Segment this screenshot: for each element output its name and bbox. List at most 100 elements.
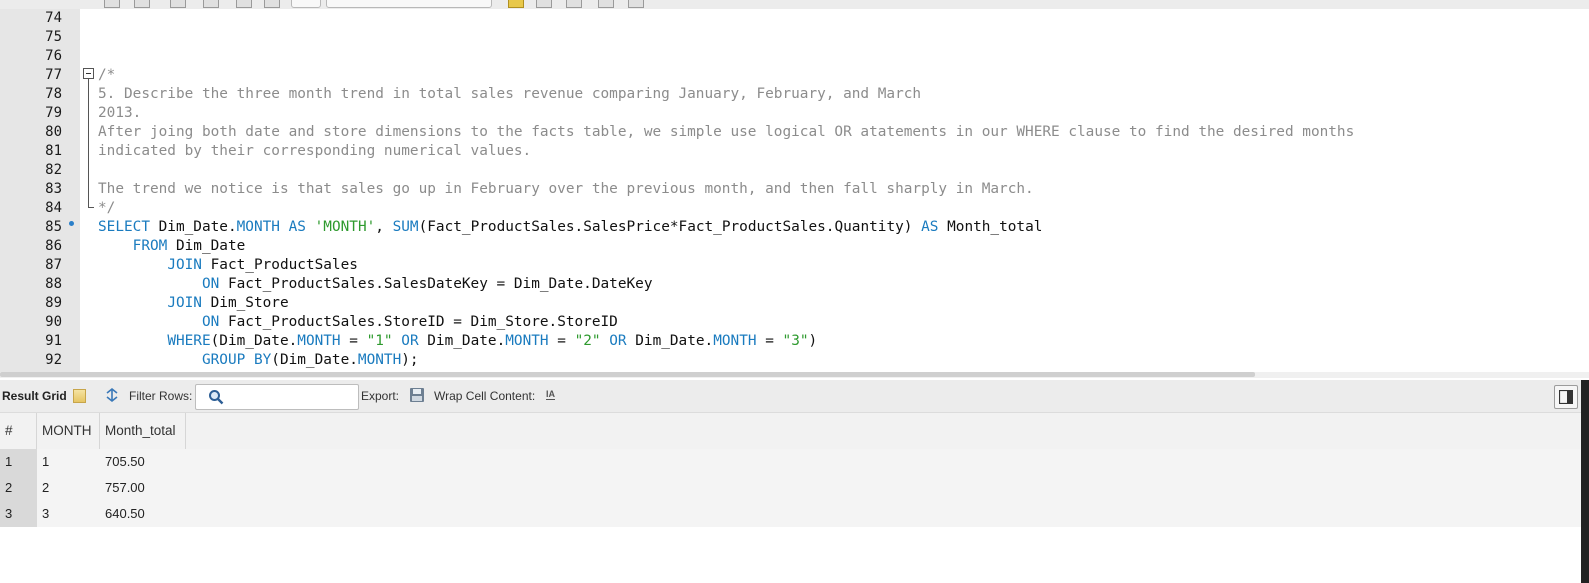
cell-month-total[interactable]: 640.50 — [105, 501, 145, 527]
line-number: 79 — [45, 105, 62, 121]
scrollbar-thumb[interactable] — [0, 372, 1255, 377]
table-row[interactable]: 3 3 640.50 — [0, 501, 1581, 527]
toolbar-button-icon[interactable] — [566, 0, 582, 8]
comment-token: */ — [98, 200, 116, 216]
result-grid-tab[interactable]: Result Grid — [2, 389, 67, 403]
code-line[interactable]: JOIN Dim_Store — [98, 294, 289, 313]
cell-month[interactable]: 1 — [42, 449, 49, 475]
sql-editor[interactable]: 74 75 76 77 78 79 80 81 82 83 84 85 86 87 88 89 90 91 92 /… — [0, 9, 1589, 372]
code-token: (Fact_ProductSales.SalesPrice*Fact_Produ… — [418, 219, 922, 235]
toolbar-button-icon[interactable] — [170, 0, 186, 8]
keyword-token: ON — [201, 276, 220, 292]
cell-month[interactable]: 2 — [42, 475, 49, 501]
code-token: , — [375, 219, 393, 235]
wrap-icon[interactable]: IA — [546, 389, 555, 400]
toolbar-toggle-button[interactable] — [291, 0, 321, 8]
toolbar-button-icon[interactable] — [134, 0, 150, 8]
keyword-token: ON — [201, 314, 220, 330]
result-grid[interactable]: # MONTH Month_total 1 1 705.50 2 2 757.0… — [0, 413, 1581, 583]
toolbar-button-icon[interactable] — [598, 0, 614, 8]
code-line[interactable]: JOIN Fact_ProductSales — [98, 256, 358, 275]
code-line[interactable]: */ — [98, 199, 115, 218]
cell-month-total[interactable]: 757.00 — [105, 475, 145, 501]
comment-token: indicated by their corresponding numeric… — [98, 143, 532, 159]
column-header-month-total[interactable]: Month_total — [100, 413, 186, 449]
code-line[interactable]: The trend we notice is that sales go up … — [98, 180, 1034, 199]
keyword-token: SUM — [392, 219, 419, 235]
code-line[interactable]: indicated by their corresponding numeric… — [98, 142, 531, 161]
comment-token: After joing both date and store dimensio… — [98, 124, 1355, 140]
code-token: (Dim_Date. — [210, 333, 298, 349]
code-line[interactable]: 5. Describe the three month trend in tot… — [98, 85, 921, 104]
code-line[interactable]: /* — [98, 66, 115, 85]
code-token: Dim_Store — [201, 295, 289, 311]
editor-horizontal-scrollbar[interactable] — [0, 372, 1589, 378]
line-number: 86 — [45, 238, 62, 254]
keyword-token: OR — [609, 333, 627, 349]
code-token: ) — [808, 333, 818, 349]
keyword-token: SELECT — [98, 219, 150, 235]
limit-rows-select[interactable] — [326, 0, 492, 8]
toolbar-button-icon[interactable] — [264, 0, 280, 8]
toolbar-button-icon[interactable] — [236, 0, 252, 8]
wrap-cell-content-label: Wrap Cell Content: — [434, 389, 536, 403]
code-token: Month_total — [938, 219, 1043, 235]
code-token: Dim_Date. — [418, 333, 506, 349]
fold-icon[interactable] — [83, 68, 94, 79]
keyword-token: MONTH — [505, 333, 549, 349]
keyword-token: GROUP BY — [201, 352, 272, 368]
code-line[interactable]: WHERE(Dim_Date.MONTH = "1" OR Dim_Date.M… — [98, 332, 817, 351]
toolbar-button-icon[interactable] — [104, 0, 120, 8]
table-row[interactable]: 1 1 705.50 — [0, 449, 1581, 475]
keyword-token: MONTH — [357, 352, 402, 368]
column-header-month[interactable]: MONTH — [37, 413, 100, 449]
code-line[interactable]: SELECT Dim_Date.MONTH AS 'MONTH', SUM(Fa… — [98, 218, 1042, 237]
line-number: 90 — [45, 314, 62, 330]
code-line[interactable]: GROUP BY(Dim_Date.MONTH); — [98, 351, 419, 370]
beautify-icon[interactable] — [508, 0, 524, 8]
row-number[interactable]: 3 — [0, 501, 37, 527]
code-line[interactable]: ON Fact_ProductSales.StoreID = Dim_Store… — [98, 313, 618, 332]
line-number-gutter: 74 75 76 77 78 79 80 81 82 83 84 85 86 87 88 89 90 91 92 — [0, 9, 80, 372]
filter-rows-input[interactable] — [195, 384, 359, 410]
column-header-rownum[interactable]: # — [0, 413, 37, 449]
panel-toggle-button[interactable] — [1554, 385, 1578, 409]
table-row[interactable]: 2 2 757.00 — [0, 475, 1581, 501]
comment-token: 5. Describe the three month trend in tot… — [98, 86, 922, 102]
string-token: 'MONTH' — [314, 219, 376, 235]
row-number[interactable]: 2 — [0, 475, 37, 501]
result-toolbar: Result Grid Filter Rows: Export: Wrap Ce… — [0, 380, 1589, 413]
code-token: Dim_Date — [167, 238, 246, 254]
execution-marker-icon — [69, 221, 74, 226]
line-number: 80 — [45, 124, 62, 140]
comment-token: 2013. — [98, 105, 142, 121]
toolbar-button-icon[interactable] — [628, 0, 644, 8]
cell-month-total[interactable]: 705.50 — [105, 449, 145, 475]
toolbar-button-icon[interactable] — [536, 0, 552, 8]
code-line[interactable]: 2013. — [98, 104, 141, 123]
export-icon[interactable] — [409, 387, 425, 403]
code-line[interactable]: ON Fact_ProductSales.SalesDateKey = Dim_… — [98, 275, 653, 294]
row-number[interactable]: 1 — [0, 449, 37, 475]
line-number: 74 — [45, 10, 62, 26]
code-line[interactable]: After joing both date and store dimensio… — [98, 123, 1354, 142]
line-number: 75 — [45, 29, 62, 45]
grid-icon[interactable] — [73, 389, 86, 403]
line-number: 82 — [45, 162, 62, 178]
toolbar-button-icon[interactable] — [203, 0, 219, 8]
cell-month[interactable]: 3 — [42, 501, 49, 527]
line-number: 77 — [45, 67, 62, 83]
line-number: 87 — [45, 257, 62, 273]
code-line[interactable]: FROM Dim_Date — [98, 237, 246, 256]
code-token: = — [548, 333, 575, 349]
keyword-token: WHERE — [167, 333, 211, 349]
code-token: (Dim_Date. — [271, 352, 358, 368]
comment-token: The trend we notice is that sales go up … — [98, 181, 1034, 197]
